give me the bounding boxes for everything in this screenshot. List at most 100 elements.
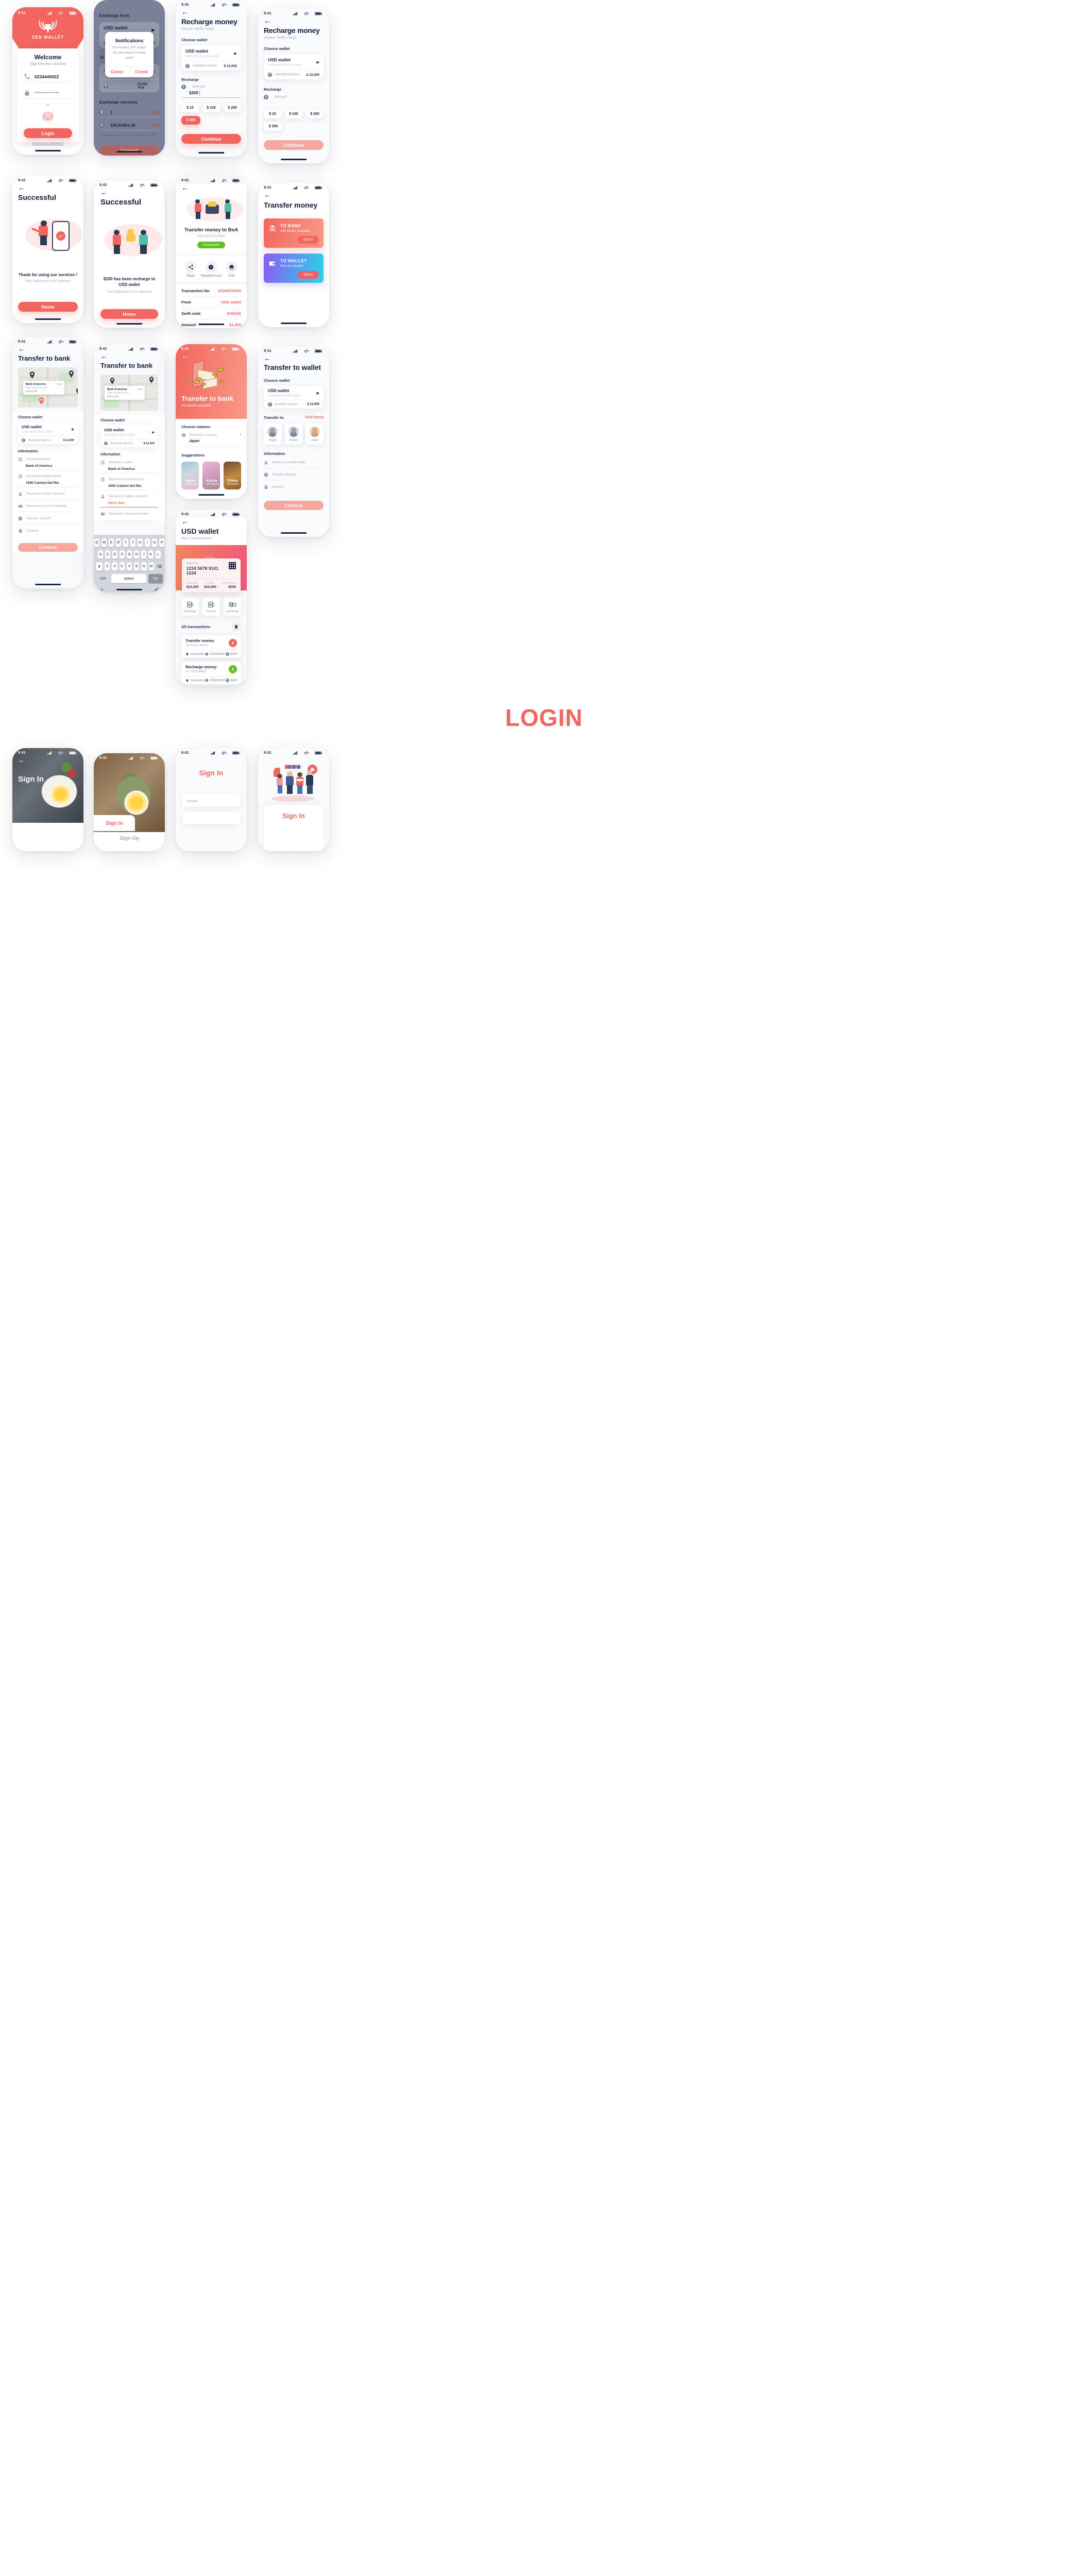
key-p[interactable]: P — [159, 538, 164, 547]
nation-field[interactable]: Receiver's nations Japan › — [181, 433, 241, 447]
transaction-item[interactable]: Transfer money To: Harry James Successfu… — [181, 635, 241, 658]
quick-action-recharge[interactable]: Recharge — [181, 597, 199, 616]
amount-input[interactable]: $ Amount — [264, 95, 324, 101]
friend-card-harry[interactable]: Harry — [264, 423, 282, 445]
amount-to-row[interactable]: Y 108,84961.00 JPY — [99, 123, 159, 130]
password-field[interactable] — [182, 812, 240, 824]
back-button[interactable]: ← — [18, 756, 78, 764]
field-receivers-branch[interactable]: Receiver's bank branch 1640 Camino Del R… — [100, 473, 158, 490]
key-f[interactable]: F — [120, 550, 125, 559]
key-a[interactable]: A — [98, 550, 103, 559]
amount-input[interactable]: $ Amount $300 — [181, 84, 241, 98]
go-key[interactable]: Go — [148, 574, 163, 583]
email-field[interactable]: Email — [182, 794, 240, 807]
dialog-create-button[interactable]: Create — [130, 66, 154, 77]
forgot-password-link[interactable]: Forgot your password? — [24, 142, 72, 145]
back-button[interactable]: ← — [181, 518, 241, 525]
transfer-to-bank-card[interactable]: TO BANK 244 Banks available Get in — [264, 218, 324, 248]
wallet-card[interactable]: USD wallet 1234 5678 9102 2449 ▶ $ Availa… — [100, 425, 158, 447]
chevron-right-icon[interactable]: ▶ — [152, 431, 155, 434]
quick-amount-300[interactable]: $ 300 — [181, 116, 201, 125]
get-in-button[interactable]: Get in — [298, 271, 319, 279]
quick-amount-200[interactable]: $ 200 — [306, 110, 324, 118]
continue-button[interactable]: Continue — [181, 134, 241, 144]
back-button[interactable]: ← — [181, 352, 241, 360]
back-button[interactable]: ← — [181, 8, 241, 15]
field-receivers-branch[interactable]: Receiver's bank branch 1640 Camino Del R… — [18, 470, 78, 487]
continue-button[interactable]: Continue — [18, 543, 78, 552]
field-content[interactable]: Content — [18, 524, 78, 536]
key-w[interactable]: W — [101, 538, 107, 547]
transfer-to-wallet-card[interactable]: TO WALLET Free to transfer Get in — [264, 253, 324, 283]
field-receivers-bank[interactable]: Receiver's bank Bank of America — [100, 456, 158, 473]
key-d[interactable]: D — [112, 550, 117, 559]
key-y[interactable]: Y — [130, 538, 135, 547]
back-button[interactable]: ← — [100, 352, 158, 360]
suggestions-list[interactable]: Japan 100 banks Korea 120 banks China 90… — [181, 462, 241, 489]
dialog-cancel-button[interactable]: Cance — [105, 66, 130, 78]
field-holder-account[interactable]: Receiver's holder account — [18, 487, 78, 500]
back-button[interactable]: ← — [264, 191, 324, 198]
fingerprint-icon[interactable] — [41, 109, 55, 124]
key-q[interactable]: Q — [94, 538, 99, 547]
reported-issue-action[interactable]: Reported issue — [201, 261, 222, 278]
tab-sign-in[interactable]: Sign In — [94, 815, 135, 831]
back-button[interactable]: ← — [18, 184, 78, 191]
quick-amount-100[interactable]: $ 100 — [202, 104, 220, 112]
print-action[interactable]: Print — [226, 261, 237, 278]
quick-action-transfer[interactable]: Transfer — [202, 597, 220, 616]
key-r[interactable]: R — [116, 538, 121, 547]
backspace-key[interactable]: ⌫ — [156, 562, 163, 571]
back-button[interactable]: ← — [264, 17, 324, 24]
key-m[interactable]: M — [148, 562, 154, 571]
numbers-key[interactable]: 123 — [96, 574, 109, 583]
field-account-number[interactable]: Receiver's account number — [18, 500, 78, 512]
key-k[interactable]: K — [148, 550, 154, 559]
quick-amount-10[interactable]: $ 10 — [264, 110, 281, 118]
key-s[interactable]: S — [105, 550, 110, 559]
map-link[interactable]: Love — [57, 383, 62, 385]
chevron-right-icon[interactable]: ▶ — [151, 27, 155, 33]
chevron-right-icon[interactable]: › — [240, 433, 241, 436]
wallet-card[interactable]: USD wallet 1234 5678 9102 2449 ▶ $ Availa… — [264, 386, 324, 409]
friend-card-james[interactable]: James — [284, 423, 303, 445]
field-transfer-amount[interactable]: $ Transfer amount — [264, 468, 324, 481]
field-holder-account[interactable]: Receiver's holder account Harry Jam — [100, 490, 158, 507]
key-z[interactable]: Z — [105, 562, 110, 571]
key-u[interactable]: U — [138, 538, 143, 547]
password-field[interactable]: •••••••••••••• — [24, 90, 72, 99]
back-button[interactable]: ← — [181, 184, 241, 191]
key-h[interactable]: H — [134, 550, 139, 559]
back-button[interactable]: ← — [100, 189, 158, 196]
amount-from-row[interactable]: $1 USD — [99, 110, 159, 117]
suggestion-card[interactable]: China 90 banks — [224, 462, 241, 489]
key-i[interactable]: I — [145, 538, 150, 547]
map-view[interactable]: Bank of america Love 1640 Camino Del Rio… — [18, 367, 78, 408]
key-n[interactable]: N — [141, 562, 147, 571]
shift-key[interactable]: ⬆ — [96, 562, 103, 571]
key-x[interactable]: X — [112, 562, 117, 571]
find-friend-link[interactable]: Find friend — [305, 416, 324, 419]
home-button[interactable]: Home — [18, 302, 78, 312]
quick-amount-300[interactable]: $ 300 — [264, 122, 283, 131]
key-j[interactable]: J — [141, 550, 146, 559]
map-bank-tooltip[interactable]: Bank of america Love 1640 Camino Del Rio… — [23, 381, 64, 395]
home-button[interactable]: Home — [100, 309, 158, 319]
chevron-right-icon[interactable]: ▶ — [317, 60, 319, 64]
continue-button[interactable]: Continue — [264, 500, 324, 510]
virtual-keyboard[interactable]: Q W E R T Y U I O P A S D F G H J K L ⬆ … — [94, 535, 165, 592]
key-v[interactable]: V — [126, 562, 132, 571]
convert-button[interactable]: Convert — [99, 146, 159, 155]
mic-key[interactable]: 🎤 — [150, 586, 163, 592]
suggestion-card[interactable]: Japan 100 banks — [181, 462, 199, 489]
space-key[interactable]: space — [111, 574, 146, 583]
transaction-item[interactable]: Recharge money To: USD wallet Successful… — [181, 662, 241, 684]
qr-code-icon[interactable] — [229, 562, 236, 569]
quick-amount-100[interactable]: $ 100 — [285, 110, 302, 118]
quick-amount-200[interactable]: $ 200 — [224, 104, 241, 112]
continue-button[interactable]: Continue — [264, 140, 324, 150]
login-button[interactable]: Login — [24, 128, 72, 138]
wallet-card[interactable]: USD wallet 1234 5678 9102 2449 ▶ $ Availa… — [18, 422, 78, 444]
map-view[interactable]: Bank of america Love 1640 Camino Del Rio… — [100, 375, 158, 411]
field-wallet-code[interactable]: Receiver's wallet code — [264, 456, 324, 468]
